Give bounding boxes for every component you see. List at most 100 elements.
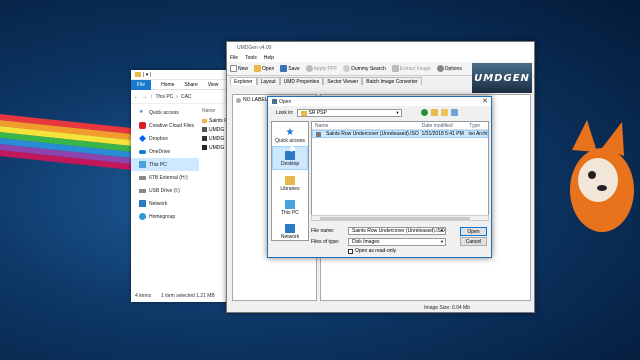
usb-drive-icon <box>139 188 146 193</box>
extract-image-button[interactable]: Extract Image <box>391 65 431 72</box>
ribbon-tab-view[interactable]: View <box>208 82 219 88</box>
umdgen-title: UMDGen v4.00 <box>227 42 534 53</box>
homegroup-icon <box>139 213 146 220</box>
file-date-cell: 1/31/2018 5:41 PM <box>421 131 464 137</box>
tab-layout[interactable]: Layout <box>256 77 280 85</box>
read-only-checkbox[interactable] <box>348 248 353 254</box>
dummy-search-button[interactable]: Dummy Search <box>343 65 386 72</box>
search-icon <box>343 65 351 72</box>
network-icon <box>285 224 295 233</box>
nav-item-this-pc[interactable]: This PC <box>131 158 199 171</box>
explorer-nav-pane: ★ Quick access Creative Cloud Files Dropb… <box>131 106 199 223</box>
column-header-date[interactable]: Date modified <box>419 122 466 129</box>
new-file-icon <box>230 65 237 72</box>
explorer-address-bar[interactable]: ← → ↑ This PC › CAC <box>131 90 232 104</box>
nav-item-quick-access[interactable]: ★ Quick access <box>131 106 199 119</box>
place-network[interactable]: Network <box>272 218 308 242</box>
file-type-row: Files of type: Disk Images ▼ <box>311 238 446 246</box>
drive-icon <box>139 175 146 180</box>
scrollbar-thumb[interactable] <box>320 217 470 220</box>
column-header-name[interactable]: Name <box>312 122 419 129</box>
fox-mascot-icon <box>570 120 634 232</box>
open-button[interactable]: Open <box>460 227 487 236</box>
new-folder-icon[interactable] <box>441 109 448 116</box>
look-in-row: Look in: SR PSP ▼ <box>276 109 402 117</box>
rainbow-decoration <box>0 114 150 174</box>
libraries-icon <box>285 176 295 185</box>
file-row-selected[interactable]: Saints Row Undercover (Unreleased).ISO 1… <box>312 130 488 138</box>
ribbon-tab-share[interactable]: Share <box>184 82 197 88</box>
open-dialog: Open ✕ Look in: SR PSP ▼ ★ Quick access D… <box>267 96 492 258</box>
nav-item-onedrive[interactable]: OneDrive <box>131 145 199 158</box>
computer-icon <box>139 161 146 168</box>
chevron-down-icon[interactable]: ▼ <box>440 228 444 233</box>
up-arrow-icon[interactable]: ↑ <box>150 94 153 100</box>
app-icon <box>202 136 207 141</box>
file-type-label: Files of type: <box>311 239 340 245</box>
dialog-file-list: Name Date modified Type Saints Row Under… <box>311 121 489 219</box>
nav-item-creative-cloud[interactable]: Creative Cloud Files <box>131 119 199 132</box>
column-header-type[interactable]: Type <box>466 122 488 129</box>
patch-icon <box>305 65 313 72</box>
breadcrumb-folder[interactable]: CAC <box>181 94 192 100</box>
new-button[interactable]: New <box>230 65 248 72</box>
file-name-row: File name: Saints Row Undercover (Unrele… <box>311 227 446 235</box>
view-menu-icon[interactable] <box>451 109 458 116</box>
save-button[interactable]: Save <box>280 65 300 72</box>
look-in-select[interactable]: SR PSP ▼ <box>296 109 402 117</box>
place-libraries[interactable]: Libraries <box>272 170 308 194</box>
close-icon[interactable]: ✕ <box>482 97 488 105</box>
status-item-count: 4 items <box>135 293 152 299</box>
file-type-cell: iso Archive <box>468 131 487 137</box>
folder-icon <box>300 110 307 116</box>
nav-item-homegroup[interactable]: Homegroup <box>131 210 199 223</box>
cloud-icon <box>139 122 146 129</box>
nav-item-network[interactable]: Network <box>131 197 199 210</box>
file-explorer-window: | ▾ | File Home Share View ← → ↑ This PC… <box>131 70 232 302</box>
ribbon-tab-home[interactable]: Home <box>161 82 174 88</box>
apply-ppf-button[interactable]: Apply PPF <box>305 65 337 72</box>
up-folder-icon[interactable] <box>431 109 438 116</box>
file-name-cell: Saints Row Undercover (Unreleased).ISO <box>313 131 419 137</box>
breadcrumb-this-pc[interactable]: This PC <box>156 94 174 100</box>
nav-item-usb-drive[interactable]: USB Drive (I:) <box>131 184 199 197</box>
horizontal-scrollbar[interactable] <box>311 215 489 221</box>
forward-arrow-icon[interactable]: → <box>142 94 147 100</box>
menu-tools[interactable]: Tools <box>245 55 257 61</box>
file-name-label: File name: <box>311 228 335 234</box>
dropbox-icon <box>139 135 146 142</box>
tab-explorer[interactable]: Explorer <box>230 77 257 85</box>
extract-icon <box>391 65 399 72</box>
folder-icon <box>135 72 141 77</box>
file-type-select[interactable]: Disk Images ▼ <box>348 238 446 246</box>
explorer-ribbon: File Home Share View <box>131 79 232 90</box>
computer-icon <box>285 200 295 209</box>
nav-item-dropbox[interactable]: Dropbox <box>131 132 199 145</box>
chevron-right-icon: › <box>176 93 178 100</box>
places-bar: ★ Quick access Desktop Libraries This PC … <box>271 121 309 241</box>
options-button[interactable]: Options <box>436 65 462 72</box>
ribbon-tab-file[interactable]: File <box>131 79 152 90</box>
open-button[interactable]: Open <box>254 65 274 72</box>
back-arrow-icon[interactable]: ← <box>134 94 139 100</box>
nav-item-6tb-external[interactable]: 6TB External (H:) <box>131 171 199 184</box>
tab-umd-properties[interactable]: UMD Properties <box>279 77 324 85</box>
network-icon <box>139 200 146 207</box>
place-quick-access[interactable]: ★ Quick access <box>272 122 308 146</box>
tab-batch-image-converter[interactable]: Batch Image Converter <box>362 77 422 85</box>
file-name-input[interactable]: Saints Row Undercover (Unreleased).ISO ▼ <box>348 227 446 235</box>
menu-file[interactable]: File <box>230 55 238 61</box>
star-icon: ★ <box>139 109 144 115</box>
back-icon[interactable] <box>421 109 428 116</box>
floppy-disk-icon <box>280 65 288 72</box>
read-only-checkbox-row[interactable]: Open as read-only <box>348 248 396 254</box>
cancel-button[interactable]: Cancel <box>460 237 487 246</box>
desktop-icon <box>285 151 295 160</box>
menu-help[interactable]: Help <box>264 55 274 61</box>
chevron-down-icon[interactable]: ▼ <box>440 239 444 244</box>
tab-sector-viewer[interactable]: Sector Viewer <box>323 77 363 85</box>
gear-icon <box>436 65 444 72</box>
onedrive-icon <box>139 149 146 154</box>
umdgen-logo: UMDGEN <box>472 63 532 93</box>
place-this-pc[interactable]: This PC <box>272 194 308 218</box>
